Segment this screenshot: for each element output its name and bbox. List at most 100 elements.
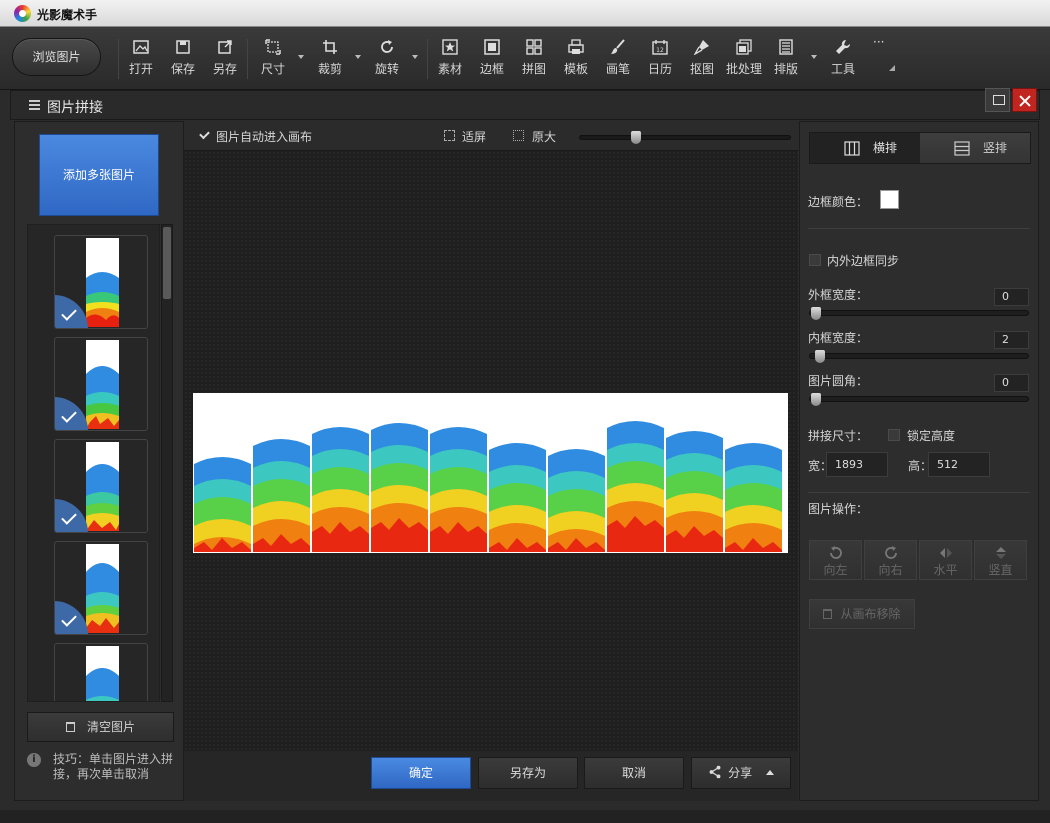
thumbnail-item[interactable] xyxy=(54,439,148,533)
toolbar-border-button[interactable]: 边框 xyxy=(472,39,512,83)
image-list-panel: 添加多张图片 清空图片 i 技巧：单击图片进入拼接，再次单击取消 xyxy=(14,121,184,801)
toolbar-template-button[interactable]: 模板 xyxy=(556,39,596,83)
thumbnail-item[interactable] xyxy=(54,337,148,431)
stitched-slot-image[interactable] xyxy=(430,394,487,552)
material-star-icon xyxy=(442,39,458,55)
stitched-slot-image[interactable] xyxy=(607,394,664,552)
heatmap-thumbnail-image xyxy=(86,464,119,531)
stitched-slot-image[interactable] xyxy=(312,394,369,552)
toolbar-size-button[interactable]: 尺寸 xyxy=(253,39,293,83)
rotate-dropdown-arrow-icon[interactable] xyxy=(412,55,418,59)
browse-images-button[interactable]: 浏览图片 xyxy=(12,38,101,76)
toolbar-layout-button[interactable]: 排版 xyxy=(766,39,806,83)
cutout-pen-icon xyxy=(694,40,709,55)
layout-direction-toggle: 横排 竖排 xyxy=(809,132,1031,164)
crop-dropdown-arrow-icon[interactable] xyxy=(355,55,361,59)
add-multiple-images-button[interactable]: 添加多张图片 xyxy=(39,134,159,216)
panel-header: 图片拼接 xyxy=(10,90,1040,120)
share-button[interactable]: 分享 xyxy=(691,757,791,789)
rotate-left-button[interactable]: 向左 xyxy=(809,540,862,580)
corner-radius-slider[interactable] xyxy=(809,393,1029,406)
inner-width-input[interactable]: 2 xyxy=(994,331,1029,349)
flip-vertical-icon xyxy=(995,547,1006,559)
auto-enter-label: 图片自动进入画布 xyxy=(216,130,313,144)
toolbar-crop-button[interactable]: 裁剪 xyxy=(310,39,350,83)
clear-images-button[interactable]: 清空图片 xyxy=(27,712,174,742)
horizontal-layout-tab[interactable]: 横排 xyxy=(810,133,920,163)
flip-horizontal-button[interactable]: 水平 xyxy=(919,540,972,580)
more-corner-arrow-icon xyxy=(889,65,895,71)
svg-text:12: 12 xyxy=(656,47,664,54)
cancel-button[interactable]: 取消 xyxy=(584,757,684,789)
toolbar-more-button[interactable]: ··· xyxy=(873,35,895,71)
stitched-slot-image[interactable] xyxy=(371,394,428,552)
stitched-slot-image[interactable] xyxy=(725,394,782,552)
close-button[interactable] xyxy=(1012,88,1037,112)
border-color-swatch[interactable] xyxy=(880,190,899,209)
width-input[interactable]: 1893 xyxy=(826,452,888,477)
toolbar-material-label: 素材 xyxy=(437,62,462,76)
heatmap-thumbnail-image xyxy=(86,668,119,701)
save-as-button[interactable]: 另存为 xyxy=(478,757,578,789)
toolbar-save-button[interactable]: 保存 xyxy=(163,39,203,83)
batch-process-icon xyxy=(736,39,752,55)
toolbar-cutout-label: 抠图 xyxy=(689,62,714,76)
slider-knob[interactable] xyxy=(811,393,821,406)
lock-height-checkbox[interactable] xyxy=(888,429,900,441)
maximize-button[interactable] xyxy=(985,88,1010,112)
fit-screen-icon xyxy=(444,130,455,141)
stitched-slot-image[interactable] xyxy=(548,394,605,552)
canvas-top-bar: 图片自动进入画布 适屏 原大 xyxy=(184,121,798,151)
heatmap-thumbnail-image xyxy=(86,272,119,327)
layout-dropdown-arrow-icon[interactable] xyxy=(811,55,817,59)
vertical-layout-tab[interactable]: 竖排 xyxy=(920,133,1030,163)
toolbar-calendar-button[interactable]: 12 日历 xyxy=(640,39,680,83)
toolbar-layout-label: 排版 xyxy=(773,62,798,76)
ok-button[interactable]: 确定 xyxy=(371,757,471,789)
outer-width-input[interactable]: 0 xyxy=(994,288,1029,306)
original-size-button[interactable]: 原大 xyxy=(532,128,556,145)
rotate-right-button[interactable]: 向右 xyxy=(864,540,917,580)
toolbar-collage-button[interactable]: 拼图 xyxy=(514,39,554,83)
layout-icon xyxy=(779,39,793,55)
zoom-slider[interactable] xyxy=(579,131,791,144)
stitched-slot-image[interactable] xyxy=(666,394,723,552)
flip-vertical-button[interactable]: 竖直 xyxy=(974,540,1027,580)
scrollbar-thumb[interactable] xyxy=(163,227,171,299)
auto-enter-checkbox[interactable] xyxy=(198,130,210,142)
thumbnail-item[interactable] xyxy=(54,235,148,329)
thumbnail-item[interactable] xyxy=(54,643,148,701)
stitched-slot-image[interactable] xyxy=(253,394,310,552)
inner-width-slider[interactable] xyxy=(809,350,1029,363)
corner-radius-input[interactable]: 0 xyxy=(994,374,1029,392)
stitched-slot-image[interactable] xyxy=(194,394,251,552)
title-bar: 光影魔术手 xyxy=(0,0,1050,27)
remove-from-canvas-button[interactable]: 从画布移除 xyxy=(809,599,915,629)
fit-screen-button[interactable]: 适屏 xyxy=(462,128,486,145)
settings-panel: 横排 竖排 边框颜色： 内外边框同步 外框宽度： 0 内框宽度： 2 图片圆角：… xyxy=(799,121,1039,801)
toolbar-crop-label: 裁剪 xyxy=(317,62,342,76)
toolbar-material-button[interactable]: 素材 xyxy=(430,39,470,83)
zoom-slider-knob[interactable] xyxy=(631,131,641,144)
toolbar-save-as-button[interactable]: 另存 xyxy=(205,39,245,83)
thumbnail-image xyxy=(86,340,119,429)
stitched-slot-image[interactable] xyxy=(489,394,546,552)
toolbar-divider xyxy=(118,39,119,79)
toolbar-open-button[interactable]: 打开 xyxy=(121,39,161,83)
size-dropdown-arrow-icon[interactable] xyxy=(298,55,304,59)
toolbar-batch-button[interactable]: 批处理 xyxy=(724,39,764,83)
height-input[interactable]: 512 xyxy=(928,452,990,477)
sync-borders-checkbox[interactable] xyxy=(809,254,821,266)
slider-knob[interactable] xyxy=(815,350,825,363)
toolbar-brush-button[interactable]: 画笔 xyxy=(598,39,638,83)
rotate-left-icon xyxy=(829,546,842,559)
outer-width-slider[interactable] xyxy=(809,307,1029,320)
toolbar-border-label: 边框 xyxy=(479,62,504,76)
toolbar-cutout-button[interactable]: 抠图 xyxy=(682,39,722,83)
thumbnail-item[interactable] xyxy=(54,541,148,635)
border-color-label: 边框颜色： xyxy=(808,195,869,209)
thumbnail-scrollbar[interactable] xyxy=(161,224,173,702)
toolbar-rotate-button[interactable]: 旋转 xyxy=(367,39,407,83)
toolbar-tools-button[interactable]: 工具 xyxy=(823,39,863,83)
slider-knob[interactable] xyxy=(811,307,821,320)
